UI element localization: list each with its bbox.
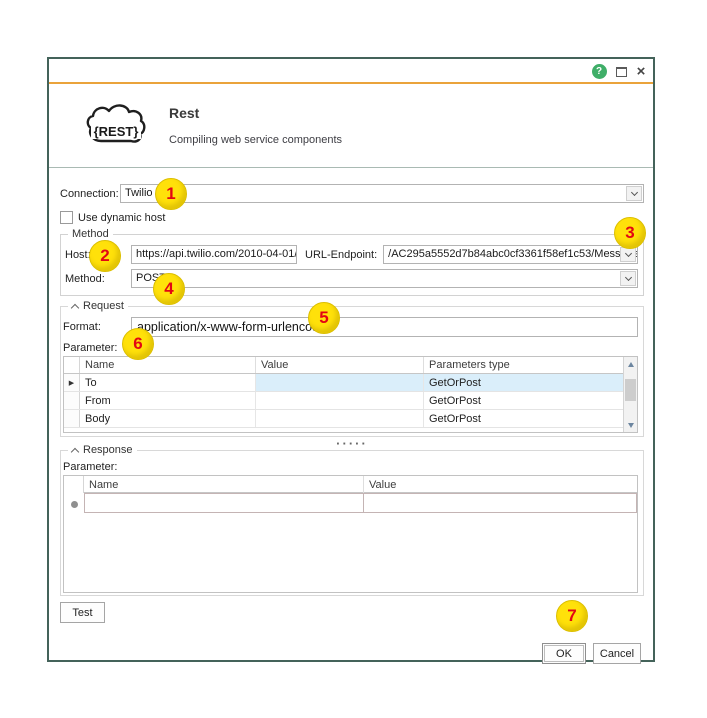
response-parameters-grid: Name Value [63,475,638,593]
chevron-down-icon [624,250,631,257]
close-button[interactable]: × [631,59,651,84]
url-endpoint-dropdown-button[interactable] [620,247,636,262]
cell-value[interactable] [256,410,424,427]
dialog-header: {REST} Rest Compiling web service compon… [49,84,653,168]
cell-value[interactable] [364,493,637,513]
svg-text:{REST}: {REST} [94,124,139,139]
url-endpoint-select[interactable]: /AC295a5552d7b84abc0cf3361f58ef1c53/Mess… [383,245,638,264]
connection-dropdown-button[interactable] [626,186,642,201]
request-collapse-button[interactable] [72,302,78,311]
method-label: Method: [65,273,131,285]
cell-parameters-type[interactable]: GetOrPost [424,392,623,409]
cell-name[interactable]: Body [80,410,256,427]
table-row: From GetOrPost [64,392,623,410]
connection-row: Connection: Twilio [60,184,644,203]
response-collapse-button[interactable] [72,446,78,455]
format-input[interactable]: application/x-www-form-urlencoded [131,317,638,337]
url-endpoint-label: URL-Endpoint: [305,249,377,261]
scroll-thumb[interactable] [625,379,636,401]
response-group-title: Response [83,444,133,456]
cell-value[interactable] [256,374,424,391]
method-select[interactable]: POST [131,269,638,288]
method-group: Method Host: https://api.twilio.com/2010… [60,234,644,296]
cell-name[interactable]: From [80,392,256,409]
cell-parameters-type[interactable]: GetOrPost [424,374,623,391]
titlebar: ? × [49,59,653,84]
connection-value: Twilio [125,187,153,199]
request-parameters-grid: Name Value Parameters type ▶ To GetOrPos… [63,356,638,433]
chevron-down-icon [630,189,637,196]
dialog-body: Connection: Twilio Use dynamic host Meth… [49,168,653,664]
cell-parameters-type[interactable]: GetOrPost [424,410,623,427]
close-icon: × [637,64,646,79]
connection-label: Connection: [60,188,120,200]
scroll-down-button[interactable] [624,418,637,432]
screenshot-canvas: ? × {REST} Rest Compiling web service co… [0,0,707,718]
splitter-handle[interactable]: ····· [60,437,644,450]
new-row [64,493,637,515]
maximize-button[interactable] [611,59,631,84]
page-title: Rest [169,105,342,121]
cell-value[interactable] [256,392,424,409]
callout-2: 2 [89,240,121,272]
method-dropdown-button[interactable] [620,271,636,286]
chevron-up-icon [71,303,79,311]
column-header-parameters-type[interactable]: Parameters type [424,357,623,373]
response-group: Response Parameter: Name Value [60,450,644,596]
request-group: Request Format: application/x-www-form-u… [60,306,644,437]
cell-name[interactable]: To [80,374,256,391]
connection-select[interactable]: Twilio [120,184,644,203]
response-grid-header: Name Value [64,476,637,493]
test-button[interactable]: Test [60,602,105,623]
column-header-value[interactable]: Value [256,357,424,373]
rest-cloud-icon: {REST} [85,102,147,150]
callout-7: 7 [556,600,588,632]
cancel-button[interactable]: Cancel [593,643,641,664]
maximize-icon [616,67,627,77]
chevron-down-icon [624,274,631,281]
table-row: ▶ To GetOrPost [64,374,623,392]
row-indicator: ▶ [64,374,80,391]
table-row: Body GetOrPost [64,410,623,428]
column-header-name[interactable]: Name [80,357,256,373]
host-row: Host: https://api.twilio.com/2010-04-01/… [65,245,638,264]
callout-4: 4 [153,273,185,305]
footer-buttons: OK Cancel [60,643,644,664]
cell-name[interactable] [84,493,364,513]
request-group-title: Request [83,300,124,312]
help-icon: ? [592,64,607,79]
callout-5: 5 [308,302,340,334]
response-parameter-label: Parameter: [63,461,638,473]
callout-1: 1 [155,178,187,210]
column-header-name[interactable]: Name [84,476,364,493]
format-label: Format: [63,321,131,333]
request-grid-scrollbar[interactable] [623,357,637,432]
url-endpoint-value: /AC295a5552d7b84abc0cf3361f58ef1c53/Mess… [388,248,638,260]
host-input[interactable]: https://api.twilio.com/2010-04-01/Accoun… [131,245,297,264]
triangle-down-icon [628,423,634,428]
dynamic-host-checkbox[interactable] [60,211,73,224]
callout-6: 6 [122,328,154,360]
triangle-up-icon [628,362,634,367]
help-button[interactable]: ? [589,59,609,84]
scroll-up-button[interactable] [624,357,637,371]
column-header-value[interactable]: Value [364,476,637,493]
new-row-indicator [64,493,84,515]
new-row-dot-icon [71,501,78,508]
method-group-title: Method [68,228,113,240]
callout-3: 3 [614,217,646,249]
method-row: Method: POST [65,269,638,288]
request-grid-header: Name Value Parameters type [64,357,623,374]
dynamic-host-row: Use dynamic host [60,210,644,225]
dynamic-host-label: Use dynamic host [78,212,165,224]
chevron-up-icon [71,447,79,455]
page-subtitle: Compiling web service components [169,134,342,146]
ok-button[interactable]: OK [542,643,586,664]
